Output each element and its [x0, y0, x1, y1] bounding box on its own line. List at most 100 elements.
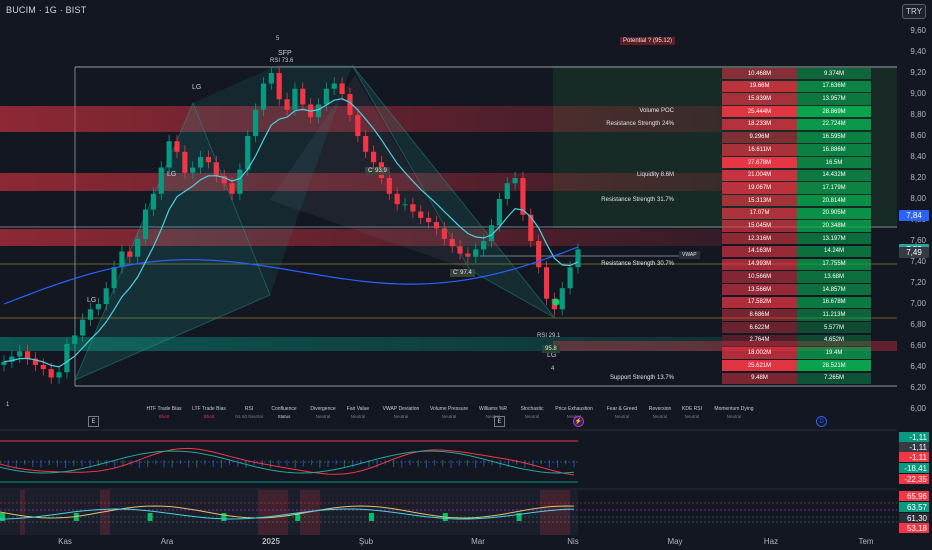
candle-body: [504, 183, 510, 199]
vp-note: Resistance Strength 31.7%: [601, 197, 674, 203]
dashboard-title: Reversion: [648, 406, 672, 412]
vp-buy-cell: 16.678M: [797, 296, 871, 308]
rsi-zone: [20, 490, 25, 535]
vp-buy-cell: 17.755M: [797, 258, 871, 270]
histogram-bar: [73, 460, 75, 466]
candle-body: [567, 267, 573, 289]
candle-body: [182, 151, 188, 173]
dashboard-title: Fear & Greed: [606, 406, 638, 412]
histogram-bar: [253, 460, 255, 466]
vp-sell-cell: 9.296M: [722, 131, 797, 143]
currency-button[interactable]: TRY: [902, 4, 926, 19]
vp-sell-cell: 17.07M: [722, 207, 797, 220]
histogram-bar: [171, 460, 173, 468]
dashboard-value: Neutral: [441, 414, 457, 419]
candle-body: [315, 104, 322, 118]
histogram-bar: [97, 460, 99, 467]
histogram-bar: [458, 460, 460, 467]
histogram-bar: [565, 460, 567, 465]
candle-body: [253, 109, 259, 136]
dashboard-value: Neutral: [684, 414, 700, 419]
candle-body: [457, 246, 463, 254]
price-tick: 9,00: [910, 89, 926, 98]
candle-body: [95, 304, 101, 310]
potential-label: Potential ? (95.12): [620, 37, 676, 45]
histogram-bar: [442, 460, 444, 467]
candle-body: [260, 83, 267, 110]
lightning-icon[interactable]: ⚡: [573, 416, 584, 427]
candle-body: [80, 319, 86, 336]
candle-body: [426, 217, 432, 223]
time-tick: Kas: [58, 537, 72, 546]
candle-body: [292, 88, 298, 110]
vp-sell-cell: 18.233M: [722, 118, 797, 131]
vp-buy-cell: 17.179M: [797, 182, 871, 194]
candle-body: [449, 238, 455, 247]
rsi-zone: [258, 490, 288, 535]
vp-note: Resistance Strength 30.7%: [601, 260, 674, 267]
candle-body: [339, 83, 345, 94]
histogram-bar: [0, 460, 1, 464]
candle-body: [543, 267, 550, 299]
price-tick: 9,40: [910, 47, 926, 56]
dashboard-value: Neutral: [652, 414, 668, 419]
vp-buy-cell: 20.814M: [797, 195, 871, 207]
histogram-bar: [114, 460, 116, 468]
histogram-bar: [302, 460, 304, 467]
candle-body: [386, 178, 392, 194]
dashboard-value: Neutral: [315, 414, 331, 419]
rsi-low-label: RSI 29.1: [537, 333, 561, 339]
candle-body: [355, 115, 361, 136]
candle-body: [142, 209, 149, 239]
dashboard-d-button[interactable]: D: [816, 416, 827, 427]
price-tag: 7,84: [899, 210, 929, 222]
dashboard-title: RSI: [244, 406, 254, 412]
histogram-bar: [81, 460, 83, 467]
vp-buy-cell: 17.636M: [797, 80, 871, 93]
candle-body: [300, 88, 306, 105]
dashboard-e-button-2[interactable]: E: [494, 416, 505, 427]
symbol-title[interactable]: BUCIM · 1G · BIST: [6, 5, 86, 15]
vp-sell-cell: 19.067M: [722, 182, 797, 194]
histogram-bar: [327, 460, 329, 467]
vp-buy-cell: 16.595M: [797, 131, 871, 143]
dashboard-value: Short: [203, 414, 215, 419]
vp-sell-cell: 15.313M: [722, 195, 797, 207]
dashboard-e-button-1[interactable]: E: [88, 416, 99, 427]
lg-label-4: LG: [547, 352, 557, 359]
histogram-bar: [147, 460, 149, 468]
indicator-tag: -1,11: [899, 432, 929, 442]
indicator-tag: -1,11: [899, 452, 929, 462]
price-tick: 9,60: [910, 26, 926, 35]
histogram-bar: [417, 460, 419, 467]
vp-sell-cell: 27.678M: [722, 156, 797, 169]
histogram-bar: [65, 460, 67, 468]
histogram-bar: [179, 460, 181, 465]
histogram-bar: [278, 460, 280, 467]
vp-buy-cell: 19.4M: [797, 347, 871, 359]
candle-body: [402, 204, 408, 206]
candle-body: [276, 73, 282, 100]
time-tick: Mar: [471, 537, 485, 546]
dashboard-value: Status: [277, 414, 291, 419]
candle-body: [1, 361, 7, 365]
vp-buy-cell: 28.521M: [797, 360, 871, 372]
candle-body: [394, 193, 400, 205]
histogram-bar: [163, 460, 165, 468]
vp-sell-cell: 17.582M: [722, 296, 797, 308]
histogram-bar: [220, 460, 222, 468]
histogram-bar: [32, 460, 34, 468]
histogram-bar: [376, 460, 378, 468]
histogram-bar: [557, 460, 559, 468]
histogram-bar: [548, 460, 550, 468]
dashboard-title: Divergence: [310, 406, 336, 412]
histogram-bar: [335, 460, 337, 465]
dashboard-title: Confluence: [271, 406, 297, 412]
histogram-bar: [483, 460, 485, 467]
candle-body: [174, 141, 180, 152]
histogram-bar: [24, 460, 26, 465]
candle-body: [575, 249, 581, 268]
candle-body: [418, 211, 424, 218]
histogram-bar: [261, 460, 263, 467]
histogram-bar: [409, 460, 411, 466]
